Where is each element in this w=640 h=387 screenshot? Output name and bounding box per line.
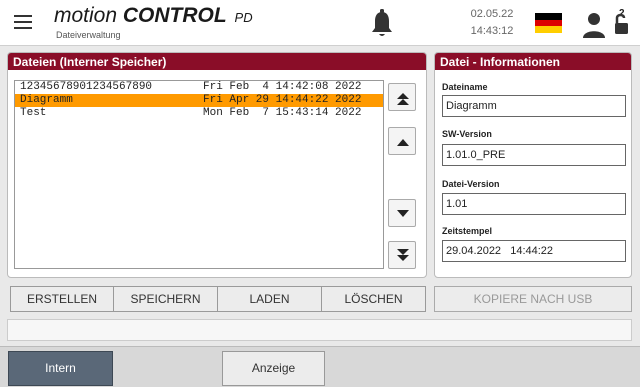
scroll-up-button[interactable]: [388, 127, 416, 155]
files-panel-title: Dateien (Interner Speicher): [8, 53, 426, 70]
file-version-label: Datei-Version: [442, 179, 500, 189]
brand-pd: PD: [234, 10, 253, 25]
file-name: 12345678901234567890: [20, 81, 153, 93]
file-list[interactable]: 12345678901234567890 Fri Feb 4 14:42:08 …: [14, 80, 384, 269]
create-button[interactable]: ERSTELLEN: [10, 286, 114, 312]
copy-to-usb-button[interactable]: KOPIERE NACH USB: [434, 286, 632, 312]
file-date: Fri Feb 4 14:42:08 2022: [203, 81, 362, 93]
date-time-display: 02.05.22 14:43:12: [468, 6, 516, 40]
filename-field: Diagramm: [442, 95, 626, 117]
brand-control: CONTROL: [122, 4, 227, 27]
filename-label: Dateiname: [442, 82, 488, 92]
status-bar: [7, 319, 632, 341]
hamburger-menu-icon[interactable]: [14, 15, 32, 29]
user-icon[interactable]: [582, 12, 606, 38]
scroll-down-button[interactable]: [388, 199, 416, 227]
delete-button[interactable]: LÖSCHEN: [321, 286, 426, 312]
bell-icon[interactable]: [370, 9, 394, 39]
app-header: motion CONTROL PD Dateiverwaltung 02.05.…: [0, 0, 640, 46]
file-date: Fri Apr 29 14:44:22 2022: [203, 94, 362, 106]
brand-motion: motion: [54, 4, 118, 27]
file-version-field: 1.01: [442, 193, 626, 215]
sw-version-field: 1.01.0_PRE: [442, 144, 626, 166]
info-panel-title: Datei - Informationen: [435, 53, 631, 70]
unlocked-padlock-icon[interactable]: [612, 12, 632, 36]
tab-anzeige[interactable]: Anzeige: [222, 351, 325, 386]
double-chevron-up-icon: [397, 93, 409, 105]
file-row[interactable]: Test Mon Feb 7 15:43:14 2022: [15, 107, 383, 120]
current-date: 02.05.22: [470, 8, 514, 20]
file-date: Mon Feb 7 15:43:14 2022: [203, 107, 362, 119]
files-panel: Dateien (Interner Speicher) 123456789012…: [7, 52, 427, 278]
scroll-bottom-button[interactable]: [388, 241, 416, 269]
file-row-selected[interactable]: Diagramm Fri Apr 29 14:44:22 2022: [15, 94, 383, 107]
timestamp-field: 29.04.2022 14:44:22: [442, 240, 626, 262]
timestamp-label: Zeitstempel: [442, 226, 493, 236]
file-row[interactable]: 12345678901234567890 Fri Feb 4 14:42:08 …: [15, 81, 383, 94]
save-button[interactable]: SPEICHERN: [113, 286, 218, 312]
german-flag-icon[interactable]: [535, 13, 562, 33]
page-subtitle: Dateiverwaltung: [56, 30, 121, 40]
file-name: Test: [20, 107, 47, 119]
scroll-top-button[interactable]: [388, 83, 416, 111]
chevron-up-icon: [397, 139, 409, 146]
double-chevron-down-icon: [397, 249, 409, 261]
load-button[interactable]: LADEN: [217, 286, 322, 312]
app-logo: motion CONTROL PD: [54, 4, 253, 28]
chevron-down-icon: [397, 210, 409, 217]
bottom-navigation: Intern Anzeige: [0, 346, 640, 387]
tab-intern[interactable]: Intern: [8, 351, 113, 386]
file-info-panel: Datei - Informationen Dateiname Diagramm…: [434, 52, 632, 278]
current-time: 14:43:12: [470, 25, 514, 37]
file-name: Diagramm: [20, 94, 73, 106]
sw-version-label: SW-Version: [442, 129, 492, 139]
